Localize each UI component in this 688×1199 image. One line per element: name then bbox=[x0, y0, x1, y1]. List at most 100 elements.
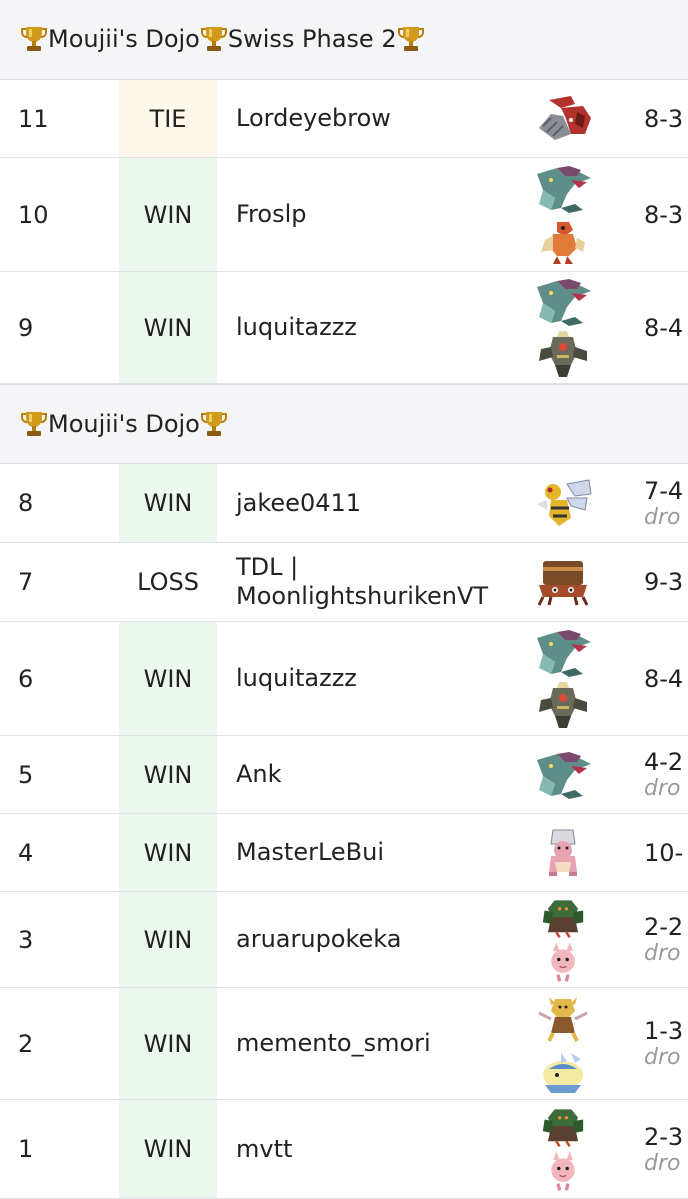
trophy-icon bbox=[397, 24, 425, 54]
round-number: 8 bbox=[18, 489, 34, 517]
opponent-name[interactable]: MasterLeBui bbox=[236, 814, 526, 891]
slowking-icon bbox=[531, 827, 595, 879]
trophy-icon bbox=[200, 409, 228, 439]
round-number: 4 bbox=[18, 838, 34, 867]
opponent-name[interactable]: mvtt bbox=[236, 1100, 526, 1198]
section-header: Moujii's Dojo bbox=[0, 384, 688, 464]
opponent-name[interactable]: memento_smori bbox=[236, 988, 526, 1099]
opponent-team bbox=[528, 543, 598, 621]
trophy-icon bbox=[20, 409, 48, 439]
opponent-team bbox=[528, 1100, 598, 1198]
dropped-label: dro bbox=[644, 504, 681, 530]
record-value: 8-3 bbox=[644, 104, 684, 133]
opponent-team bbox=[528, 272, 598, 383]
round-number: 11 bbox=[18, 104, 49, 133]
section-subtitle: Swiss Phase 2 bbox=[227, 25, 397, 53]
decidueye-icon bbox=[531, 1106, 595, 1148]
opponent-record: 8-4 bbox=[644, 272, 688, 383]
opponent-record: 8-4 bbox=[644, 622, 688, 735]
dropped-label: dro bbox=[644, 1150, 681, 1176]
result-badge: TIE bbox=[119, 80, 217, 157]
round-number: 7 bbox=[18, 568, 34, 596]
dusknoir-icon bbox=[531, 680, 595, 730]
record-value: 2-3 bbox=[644, 1122, 684, 1151]
opponent-record: 10- bbox=[644, 814, 688, 891]
match-row[interactable]: 3 WIN aruarupokeka 2-2 dro bbox=[0, 892, 688, 988]
dropped-label: dro bbox=[644, 941, 681, 966]
opponent-team bbox=[528, 814, 598, 891]
opponent-name[interactable]: TDL | MoonlightshurikenVT bbox=[236, 543, 526, 621]
opponent-record: 4-2 dro bbox=[644, 736, 688, 813]
result-badge: WIN bbox=[119, 622, 217, 735]
match-row[interactable]: 9 WIN luquitazzz 8-4 bbox=[0, 272, 688, 384]
record-value: 8-3 bbox=[644, 200, 684, 229]
round-number: 6 bbox=[18, 664, 34, 693]
match-row[interactable]: 4 WIN MasterLeBui 10- bbox=[0, 814, 688, 892]
record-value: 2-2 bbox=[644, 913, 684, 941]
opponent-team bbox=[528, 622, 598, 735]
match-row[interactable]: 2 WIN memento_smori 1-3 dro bbox=[0, 988, 688, 1100]
opponent-record: 8-3 bbox=[644, 80, 688, 157]
opponent-team bbox=[528, 892, 598, 987]
match-row[interactable]: 11 TIE Lordeyebrow 8-3 bbox=[0, 80, 688, 158]
dragapult-icon bbox=[531, 749, 595, 801]
opponent-team bbox=[528, 80, 598, 157]
record-value: 8-4 bbox=[644, 664, 684, 693]
dragapult-icon bbox=[531, 164, 595, 214]
opponent-name[interactable]: luquitazzz bbox=[236, 272, 526, 383]
result-badge: LOSS bbox=[119, 543, 217, 621]
drill-pokemon-icon bbox=[531, 93, 595, 145]
clefairy-icon bbox=[531, 941, 595, 983]
match-row[interactable]: 6 WIN luquitazzz 8-4 bbox=[0, 622, 688, 736]
opponent-team bbox=[528, 464, 598, 542]
result-badge: WIN bbox=[119, 736, 217, 813]
opponent-name[interactable]: Froslp bbox=[236, 158, 526, 271]
round-number: 2 bbox=[18, 1029, 34, 1058]
record-value: 4-2 bbox=[644, 748, 684, 776]
record-value: 1-3 bbox=[644, 1017, 684, 1045]
opponent-record: 2-3 dro bbox=[644, 1100, 688, 1198]
dusknoir-icon bbox=[531, 329, 595, 379]
result-badge: WIN bbox=[119, 464, 217, 542]
round-number: 1 bbox=[18, 1135, 34, 1163]
match-row[interactable]: 7 LOSS TDL | MoonlightshurikenVT 9-3 bbox=[0, 543, 688, 622]
record-value: 9-3 bbox=[644, 568, 684, 596]
match-row[interactable]: 10 WIN Froslp 8-3 bbox=[0, 158, 688, 272]
opponent-name[interactable]: Ank bbox=[236, 736, 526, 813]
match-row[interactable]: 5 WIN Ank 4-2 dro bbox=[0, 736, 688, 814]
dragapult-icon bbox=[531, 628, 595, 678]
result-badge: WIN bbox=[119, 814, 217, 891]
round-number: 9 bbox=[18, 313, 34, 342]
opponent-name[interactable]: luquitazzz bbox=[236, 622, 526, 735]
result-badge: WIN bbox=[119, 988, 217, 1099]
trophy-icon bbox=[200, 24, 228, 54]
record-value: 10- bbox=[644, 838, 684, 867]
match-row[interactable]: 1 WIN mvtt 2-3 dro bbox=[0, 1100, 688, 1199]
opponent-record: 7-4 dro bbox=[644, 464, 688, 542]
round-number: 10 bbox=[18, 200, 49, 229]
dropped-label: dro bbox=[644, 1045, 681, 1070]
alakazam-icon bbox=[531, 993, 595, 1043]
opponent-name[interactable]: Lordeyebrow bbox=[236, 80, 526, 157]
trophy-icon bbox=[20, 24, 48, 54]
opponent-record: 9-3 bbox=[644, 543, 688, 621]
crab-pokemon-icon bbox=[531, 556, 595, 608]
opponent-name[interactable]: aruarupokeka bbox=[236, 892, 526, 987]
opponent-name[interactable]: jakee0411 bbox=[236, 464, 526, 542]
match-row[interactable]: 8 WIN jakee0411 7-4 dro bbox=[0, 464, 688, 543]
opponent-team bbox=[528, 988, 598, 1099]
section-title: Moujii's Dojo bbox=[48, 410, 200, 438]
dropped-label: dro bbox=[644, 776, 681, 801]
opponent-record: 8-3 bbox=[644, 158, 688, 271]
round-number: 3 bbox=[18, 925, 34, 954]
opponent-record: 1-3 dro bbox=[644, 988, 688, 1099]
result-badge: WIN bbox=[119, 158, 217, 271]
clefairy-icon bbox=[531, 1150, 595, 1192]
round-number: 5 bbox=[18, 760, 34, 789]
opponent-record: 2-2 dro bbox=[644, 892, 688, 987]
record-value: 7-4 bbox=[644, 476, 684, 505]
section-title: Moujii's Dojo bbox=[48, 25, 200, 53]
section-header: Moujii's Dojo Swiss Phase 2 bbox=[0, 0, 688, 80]
result-badge: WIN bbox=[119, 892, 217, 987]
blaziken-icon bbox=[531, 216, 595, 266]
